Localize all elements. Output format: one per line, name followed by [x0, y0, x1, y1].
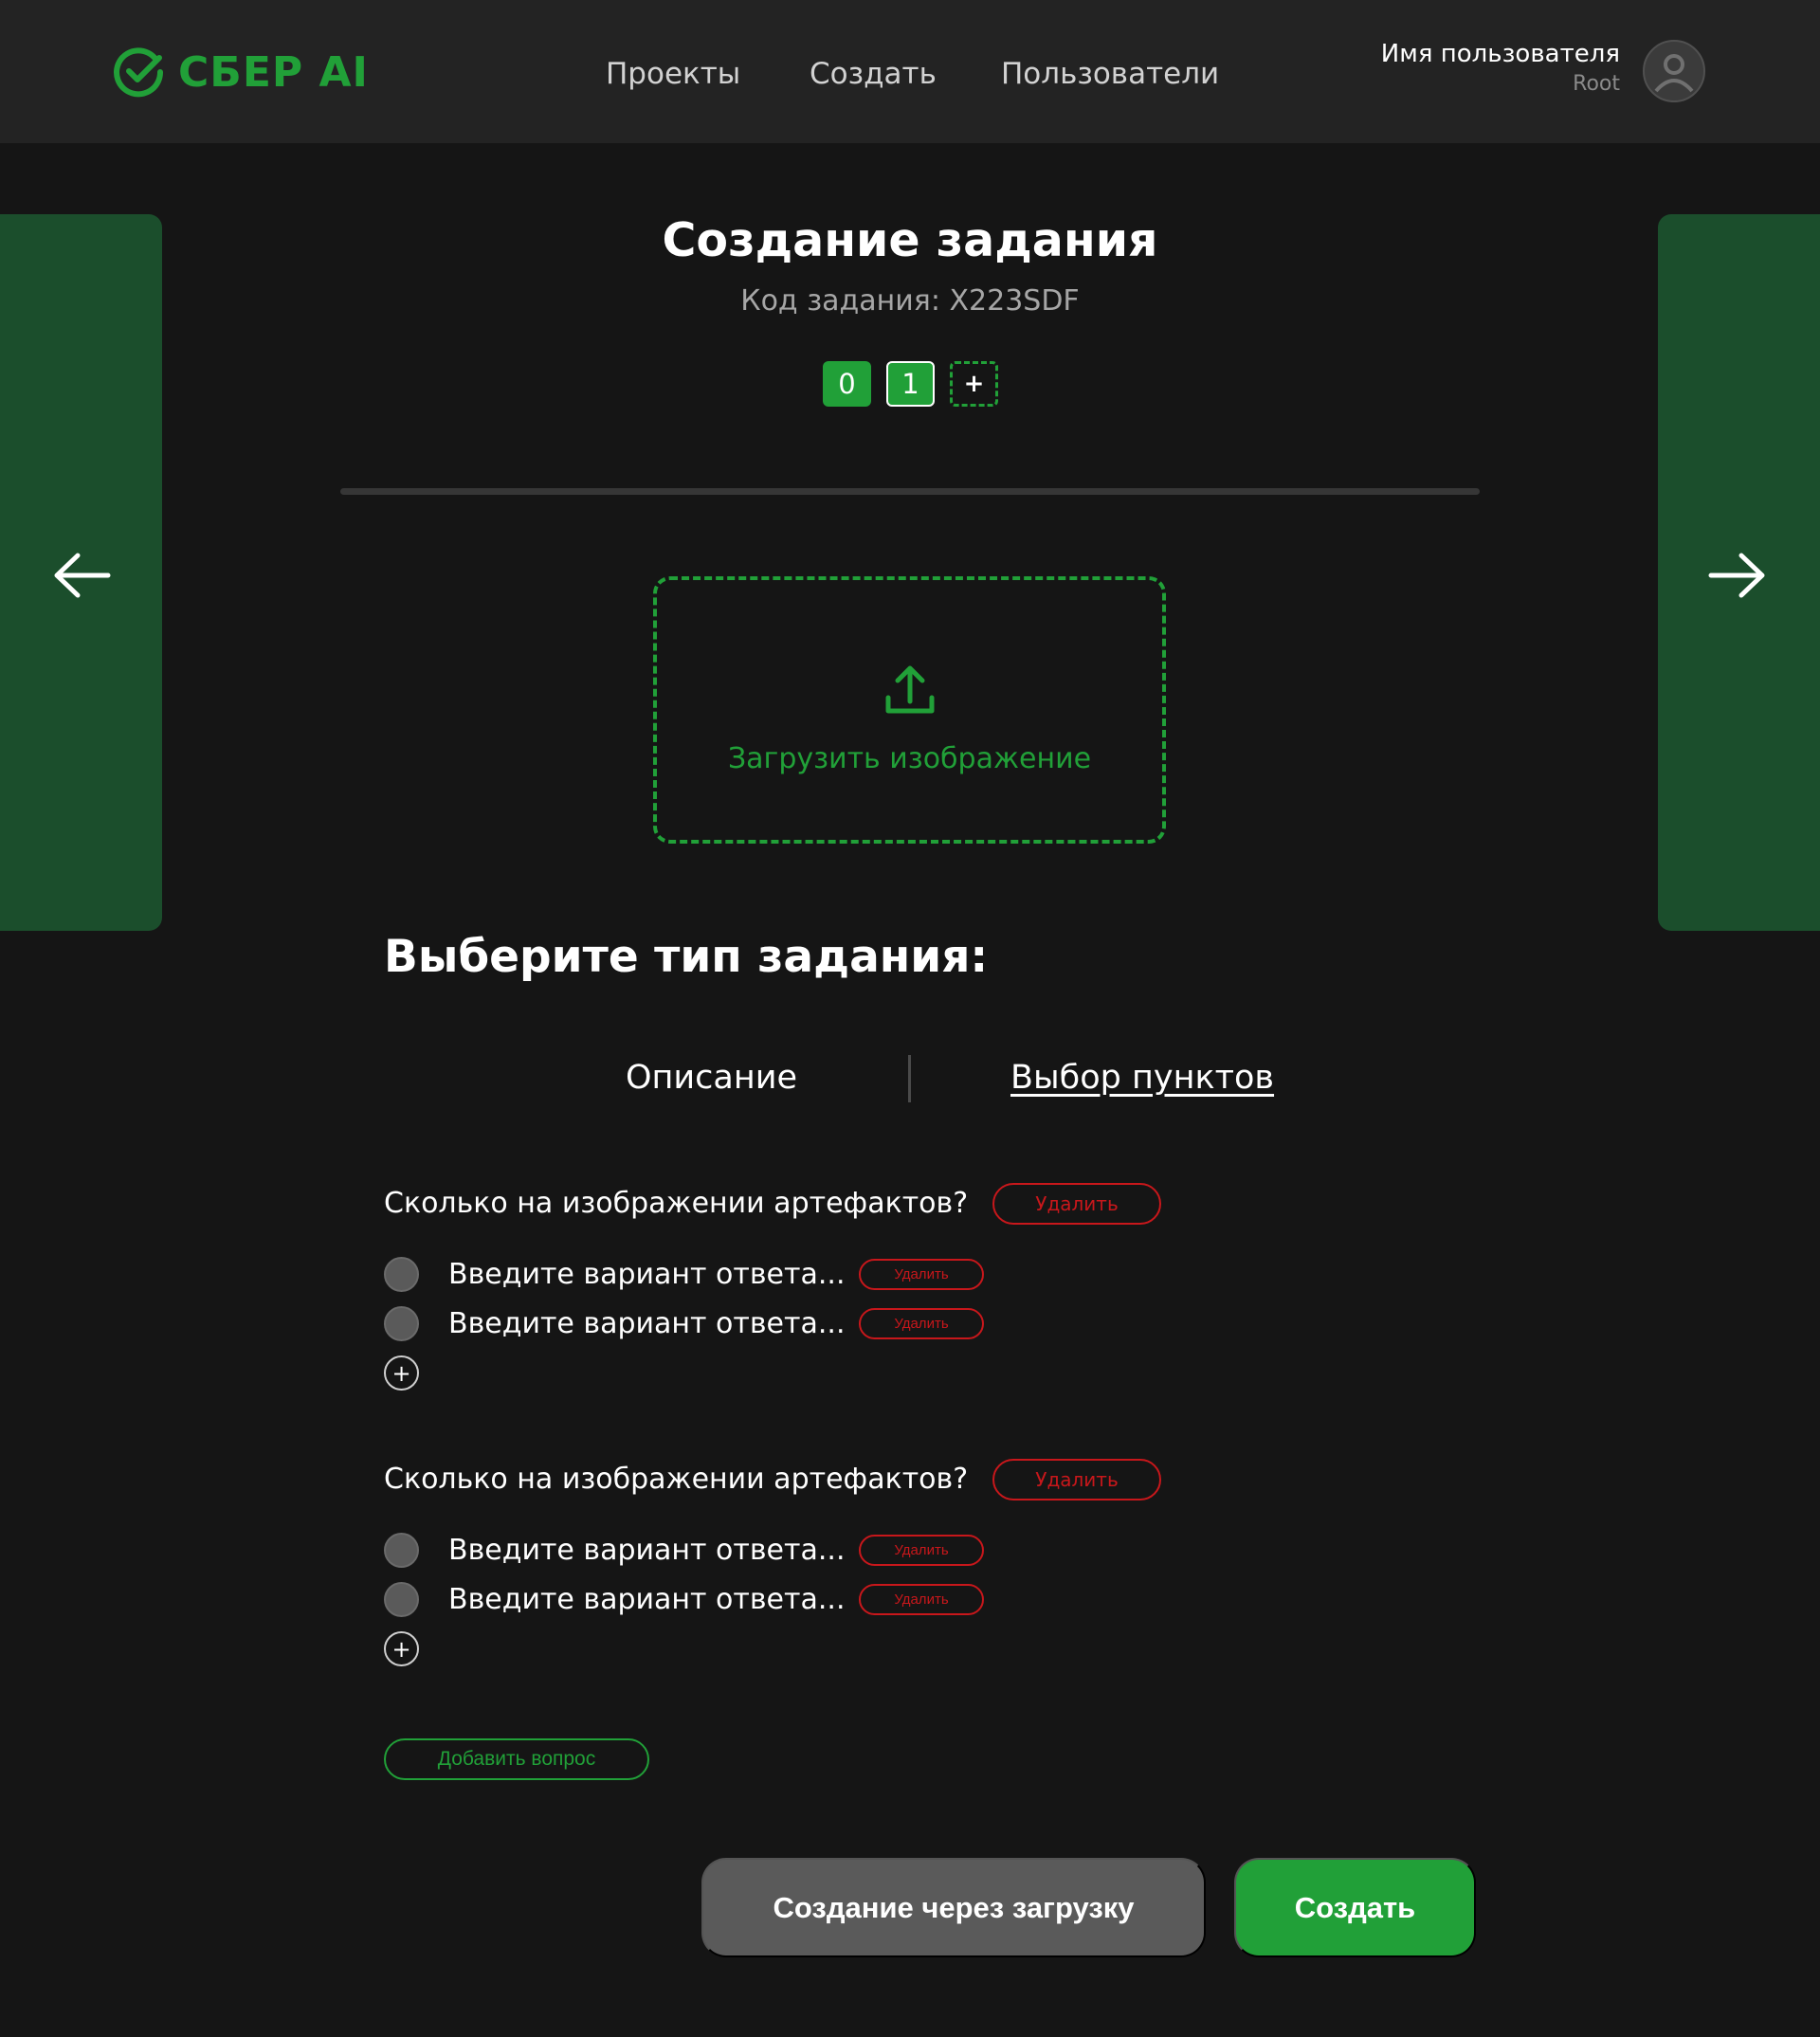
next-task-panel[interactable]: [1658, 214, 1820, 931]
divider: [340, 488, 1480, 495]
add-step-button[interactable]: +: [950, 361, 998, 407]
tab-choice[interactable]: Выбор пунктов: [1010, 1054, 1274, 1101]
page-title: Создание задания: [662, 213, 1158, 267]
create-button[interactable]: Создать: [1234, 1858, 1476, 1957]
delete-option-button[interactable]: Удалить: [859, 1308, 984, 1339]
upload-icon: [885, 665, 935, 714]
nav-create[interactable]: Создать: [810, 55, 937, 93]
user-role: Root: [1573, 72, 1620, 96]
arrow-right-icon: [1708, 553, 1765, 598]
tab-description[interactable]: Описание: [626, 1054, 797, 1101]
option-radio[interactable]: [384, 1582, 419, 1617]
option-input[interactable]: Введите вариант ответа...: [448, 1582, 845, 1618]
task-steps: 0 1 +: [823, 361, 998, 407]
option-input[interactable]: Введите вариант ответа...: [448, 1306, 845, 1342]
prev-task-panel[interactable]: [0, 214, 162, 931]
task-type-title: Выберите тип задания:: [384, 931, 989, 983]
add-option-button[interactable]: +: [384, 1355, 419, 1391]
app-header: СБЕР AI Проекты Создать Пользователи Имя…: [0, 0, 1820, 143]
nav-users[interactable]: Пользователи: [1001, 55, 1219, 93]
delete-question-button[interactable]: Удалить: [992, 1183, 1161, 1225]
tab-separator: [908, 1055, 911, 1102]
option-radio[interactable]: [384, 1533, 419, 1568]
delete-option-button[interactable]: Удалить: [859, 1259, 984, 1290]
question-text[interactable]: Сколько на изображении артефактов?: [384, 1459, 968, 1500]
option-radio[interactable]: [384, 1306, 419, 1341]
user-avatar-icon: [1654, 54, 1694, 93]
option-radio[interactable]: [384, 1257, 419, 1292]
user-name: Имя пользователя: [1380, 40, 1620, 68]
upload-label: Загрузить изображение: [727, 742, 1092, 775]
question-text[interactable]: Сколько на изображении артефактов?: [384, 1183, 968, 1225]
delete-option-button[interactable]: Удалить: [859, 1535, 984, 1566]
step-0[interactable]: 0: [823, 361, 871, 407]
option-input[interactable]: Введите вариант ответа...: [448, 1257, 845, 1293]
add-option-button[interactable]: +: [384, 1631, 419, 1666]
avatar[interactable]: [1643, 40, 1705, 102]
upload-dropzone[interactable]: Загрузить изображение: [653, 576, 1166, 844]
delete-option-button[interactable]: Удалить: [859, 1584, 984, 1615]
add-question-button[interactable]: Добавить вопрос: [384, 1738, 649, 1780]
task-code: Код задания: X223SDF: [740, 284, 1080, 318]
nav-projects[interactable]: Проекты: [606, 55, 740, 93]
delete-question-button[interactable]: Удалить: [992, 1459, 1161, 1500]
arrow-left-icon: [54, 553, 111, 598]
step-1[interactable]: 1: [886, 361, 935, 407]
create-via-upload-button[interactable]: Создание через загрузку: [701, 1858, 1206, 1957]
option-input[interactable]: Введите вариант ответа...: [448, 1533, 845, 1569]
